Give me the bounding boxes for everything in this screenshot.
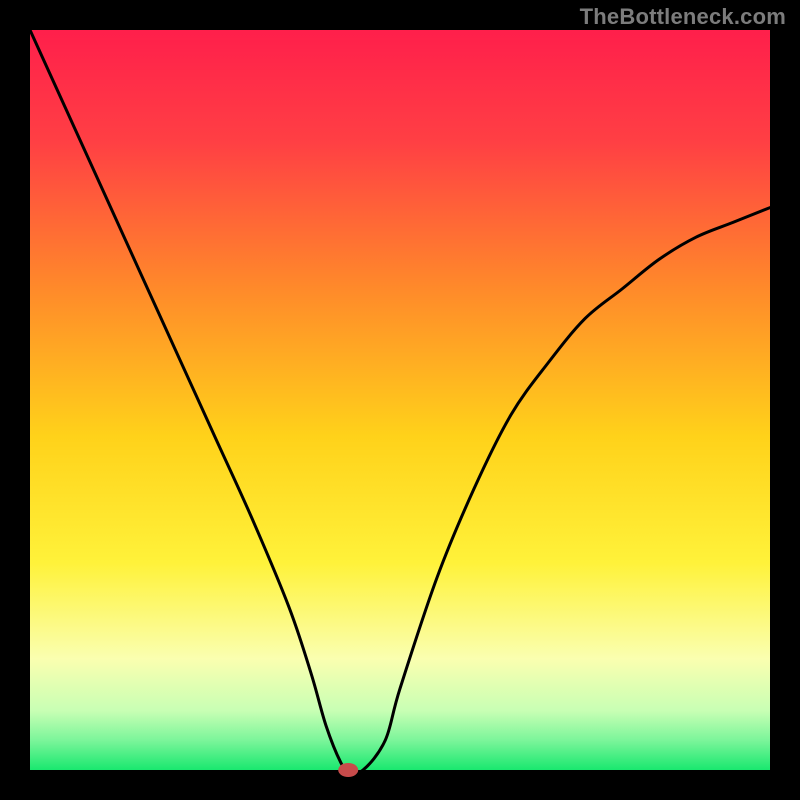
chart-frame: { "watermark": "TheBottleneck.com", "col…	[0, 0, 800, 800]
chart-svg	[0, 0, 800, 800]
minimum-marker	[338, 763, 358, 777]
plot-background	[30, 30, 770, 770]
watermark-text: TheBottleneck.com	[580, 4, 786, 30]
